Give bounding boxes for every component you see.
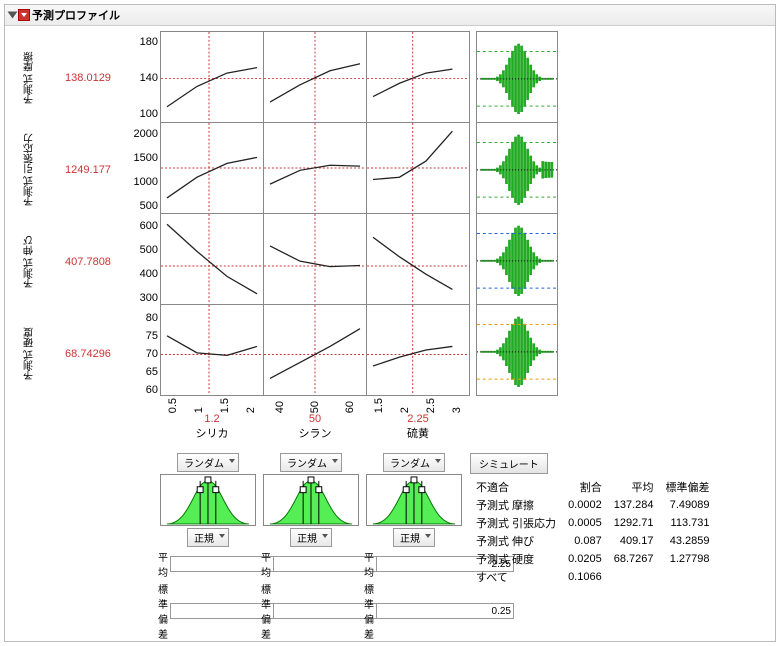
y-ticks: 180140100 200015001000500 600500400300 8… <box>123 32 161 441</box>
x-ticks: 1.522.53 <box>366 398 470 413</box>
dist-type-dropdown[interactable]: 正規 <box>393 528 435 547</box>
disclosure-icon[interactable] <box>8 12 18 19</box>
x-name: シリカ <box>160 425 264 441</box>
x-value: 1.2 <box>160 413 264 425</box>
profile-cell[interactable] <box>160 31 264 123</box>
th-name: 不適合 <box>470 478 562 496</box>
factor-dist-plot[interactable] <box>263 474 359 526</box>
mean-label: 平均 <box>261 549 271 579</box>
y-current-values: 138.0129 1249.177 407.7808 68.74296 <box>53 32 123 441</box>
x-ticks: 405060 <box>263 398 367 413</box>
th-mean: 平均 <box>608 478 660 496</box>
table-row: 予測式 硬度0.020568.72671.27798 <box>470 550 715 568</box>
factor-controls: ランダム 正規 平均 標準偏差 <box>362 453 466 641</box>
x-name: シラン <box>263 425 367 441</box>
y-label: 予測式 引張応力 <box>9 124 51 216</box>
sd-label: 標準偏差 <box>364 581 374 641</box>
mean-label: 平均 <box>364 549 374 579</box>
simulate-button[interactable]: シミュレート <box>470 453 548 474</box>
sim-histogram <box>476 31 558 123</box>
y-value: 1249.177 <box>53 124 123 216</box>
profile-cell[interactable] <box>366 122 470 214</box>
y-label: 予測式 摩擦 <box>9 32 51 124</box>
table-row: 予測式 摩擦0.0002137.2847.49089 <box>470 496 715 514</box>
sim-histogram <box>476 304 558 396</box>
simulation-block: シミュレート 不適合 割合 平均 標準偏差 予測式 摩擦0.0002137.28… <box>470 453 715 641</box>
x-ticks: 0.511.52 <box>160 398 264 413</box>
th-sd: 標準偏差 <box>659 478 715 496</box>
profile-cell[interactable] <box>160 213 264 305</box>
x-value: 50 <box>263 413 367 425</box>
profile-cell[interactable] <box>366 213 470 305</box>
random-dropdown[interactable]: ランダム <box>383 453 445 472</box>
y-value: 138.0129 <box>53 32 123 124</box>
sd-label: 標準偏差 <box>261 581 271 641</box>
y-label: 予測式 硬度 <box>9 308 51 400</box>
table-row: 予測式 伸び0.087409.1743.2859 <box>470 532 715 550</box>
profile-cell[interactable] <box>263 213 367 305</box>
factor-dist-plot[interactable] <box>160 474 256 526</box>
dist-type-dropdown[interactable]: 正規 <box>187 528 229 547</box>
lower-section: ランダム 正規 平均 標準偏差 ランダム 正規 平均 標準偏差 ランダム <box>5 453 775 641</box>
profiler-panel: 予測プロファイル 予測式 摩擦 予測式 引張応力 予測式 伸び 予測式 硬度 1… <box>4 4 776 642</box>
menu-icon[interactable] <box>18 9 30 21</box>
profile-cell[interactable] <box>366 304 470 396</box>
dist-type-dropdown[interactable]: 正規 <box>290 528 332 547</box>
y-axis-labels: 予測式 摩擦 予測式 引張応力 予測式 伸び 予測式 硬度 <box>9 32 51 441</box>
profile-cell[interactable] <box>263 304 367 396</box>
profiler-grid: 予測式 摩擦 予測式 引張応力 予測式 伸び 予測式 硬度 138.0129 1… <box>5 26 775 447</box>
defect-table: 不適合 割合 平均 標準偏差 予測式 摩擦0.0002137.2847.4908… <box>470 478 715 586</box>
distributions-col <box>470 32 558 441</box>
profile-cell[interactable] <box>263 122 367 214</box>
random-dropdown[interactable]: ランダム <box>280 453 342 472</box>
random-dropdown[interactable]: ランダム <box>177 453 239 472</box>
profile-cell[interactable] <box>263 31 367 123</box>
x-name: 硫黄 <box>366 425 470 441</box>
y-label: 予測式 伸び <box>9 216 51 308</box>
profile-cell[interactable] <box>160 122 264 214</box>
sim-histogram <box>476 122 558 214</box>
factor-controls: ランダム 正規 平均 標準偏差 <box>259 453 363 641</box>
sd-label: 標準偏差 <box>158 581 168 641</box>
factor-dist-plot[interactable] <box>366 474 462 526</box>
table-row: 予測式 引張応力0.00051292.71113.731 <box>470 514 715 532</box>
profile-cell[interactable] <box>366 31 470 123</box>
th-rate: 割合 <box>562 478 608 496</box>
table-row: すべて0.1066 <box>470 568 715 586</box>
panel-header[interactable]: 予測プロファイル <box>5 5 775 26</box>
factor-controls: ランダム 正規 平均 標準偏差 <box>156 453 260 641</box>
sim-histogram <box>476 213 558 305</box>
panel-title: 予測プロファイル <box>32 7 120 23</box>
y-value: 68.74296 <box>53 308 123 400</box>
cells-col: 0.511.524050601.522.53 1.2502.25 シリカシラン硫… <box>161 32 470 441</box>
x-value: 2.25 <box>366 413 470 425</box>
profile-cell[interactable] <box>160 304 264 396</box>
mean-label: 平均 <box>158 549 168 579</box>
y-value: 407.7808 <box>53 216 123 308</box>
